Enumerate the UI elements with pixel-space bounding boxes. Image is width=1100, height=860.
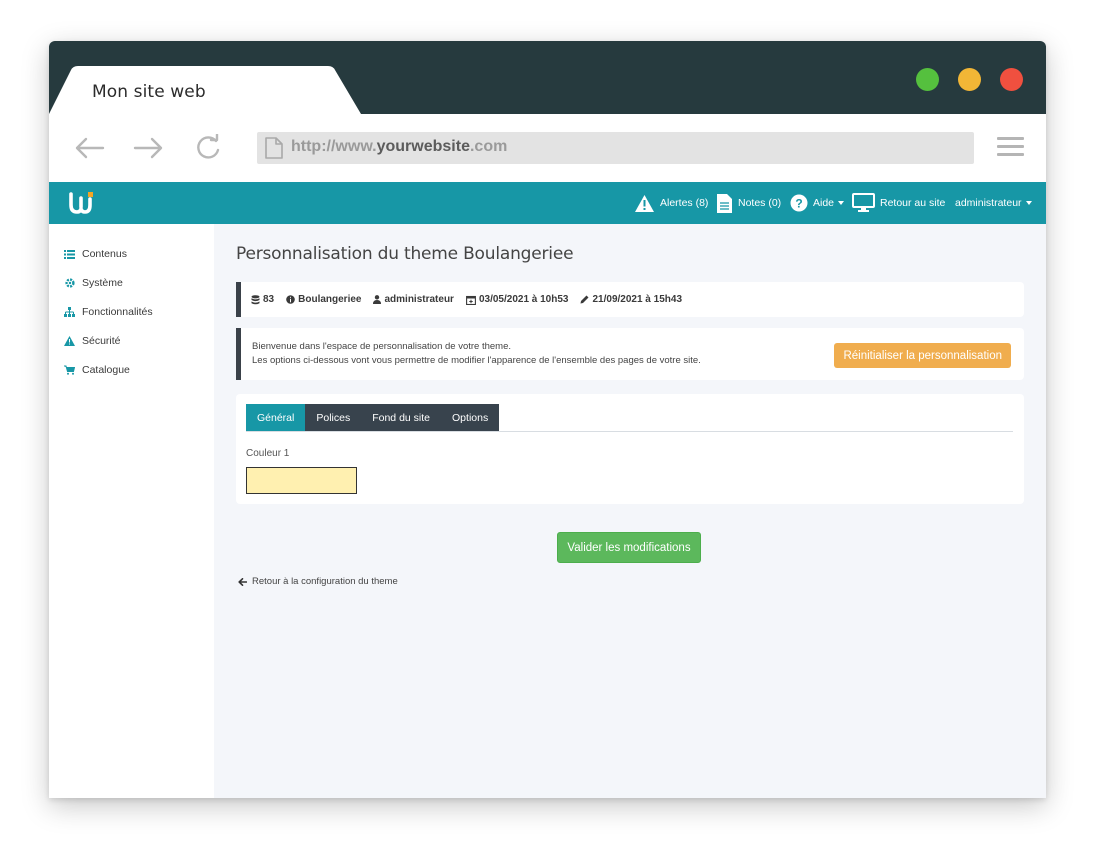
validate-changes-button[interactable]: Valider les modifications [557, 532, 701, 563]
sitemap-icon [64, 307, 75, 318]
sidebar-item-label: Sécurité [82, 335, 121, 347]
calendar-plus-icon [466, 295, 476, 305]
arrow-left-icon [238, 577, 247, 586]
user-label: administrateur [955, 197, 1022, 209]
page-title: Personnalisation du theme Boulangeriee [236, 244, 574, 264]
help-menu[interactable]: ? Aide [790, 182, 845, 224]
settings-tabs: Général Polices Fond du site Options [246, 404, 500, 431]
sidebar-item-systeme[interactable]: Système [64, 275, 123, 291]
theme-meta-bar: 83 Boulangeriee administrateur 03/05/202… [236, 282, 1024, 317]
maximize-button[interactable] [916, 68, 939, 91]
notes-link[interactable]: Notes (0) [716, 182, 781, 224]
sidebar-item-label: Contenus [82, 248, 127, 260]
svg-text:?: ? [795, 197, 802, 211]
welcome-text-line2: Les options ci-dessous vont vous permett… [252, 355, 701, 366]
welcome-text-line1: Bienvenue dans l'espace de personnalisat… [252, 341, 512, 352]
warning-icon [64, 336, 75, 347]
forward-arrow-icon[interactable] [133, 134, 165, 162]
browser-toolbar: http://www.yourwebsite.com [49, 114, 1046, 182]
warning-icon [635, 194, 654, 212]
sidebar-item-catalogue[interactable]: Catalogue [64, 362, 130, 378]
notes-label: Notes (0) [738, 197, 782, 209]
theme-id: 83 [251, 294, 274, 305]
sidebar-item-label: Fonctionnalités [82, 306, 153, 318]
theme-name: Boulangeriee [286, 294, 361, 305]
browser-menu-icon[interactable] [997, 137, 1024, 157]
browser-window: Mon site web http://www.yourwebsite.com [49, 41, 1046, 798]
alerts-link[interactable]: Alertes (8) [634, 182, 708, 224]
browser-titlebar: Mon site web [49, 41, 1046, 114]
color1-picker[interactable] [246, 467, 357, 494]
tab-polices[interactable]: Polices [305, 404, 362, 431]
help-label: Aide [813, 197, 835, 209]
close-button[interactable] [1000, 68, 1023, 91]
welcome-panel: Bienvenue dans l'espace de personnalisat… [236, 328, 1024, 380]
sidebar-item-securite[interactable]: Sécurité [64, 333, 121, 349]
reset-customization-button[interactable]: Réinitialiser la personnalisation [834, 343, 1011, 368]
document-icon [717, 193, 732, 213]
tab-fond-du-site[interactable]: Fond du site [361, 404, 442, 431]
theme-modified: 21/09/2021 à 15h43 [580, 294, 682, 305]
help-icon: ? [790, 194, 808, 212]
sidebar-item-fonctionnalites[interactable]: Fonctionnalités [64, 304, 153, 320]
browser-tab[interactable]: Mon site web [49, 66, 369, 114]
sidebar: Contenus Système Fonctionnalités Sécurit… [49, 224, 214, 798]
monitor-icon [852, 193, 875, 212]
pencil-icon [580, 295, 589, 304]
app-logo[interactable] [69, 191, 95, 220]
list-icon [64, 249, 75, 260]
theme-author: administrateur [373, 294, 454, 305]
main-content: Personnalisation du theme Boulangeriee 8… [214, 224, 1046, 798]
gear-icon [64, 278, 75, 289]
back-to-site-link[interactable]: Retour au site [852, 182, 945, 224]
back-link-label: Retour à la configuration du theme [252, 576, 398, 587]
theme-settings-panel: Général Polices Fond du site Options Cou… [236, 394, 1024, 504]
theme-created: 03/05/2021 à 10h53 [466, 294, 568, 305]
sidebar-item-label: Système [82, 277, 123, 289]
page-icon [265, 137, 283, 159]
sidebar-item-label: Catalogue [82, 364, 130, 376]
minimize-button[interactable] [958, 68, 981, 91]
admin-topbar: Alertes (8) Notes (0) ? Aide Retour au s… [49, 182, 1046, 224]
user-icon [373, 295, 382, 304]
color1-label: Couleur 1 [246, 448, 290, 459]
back-arrow-icon[interactable] [73, 134, 105, 162]
back-to-site-label: Retour au site [880, 197, 946, 209]
sidebar-item-contenus[interactable]: Contenus [64, 246, 127, 262]
browser-tab-title: Mon site web [92, 82, 206, 102]
reload-icon[interactable] [194, 133, 226, 162]
tab-divider [246, 431, 1013, 432]
chevron-down-icon [838, 201, 845, 205]
tab-options[interactable]: Options [441, 404, 500, 431]
info-icon [286, 295, 295, 304]
address-bar[interactable]: http://www.yourwebsite.com [257, 132, 974, 164]
back-to-theme-config-link[interactable]: Retour à la configuration du theme [238, 576, 398, 587]
database-icon [251, 294, 260, 304]
url-text: http://www.yourwebsite.com [291, 138, 508, 155]
chevron-down-icon [1025, 201, 1032, 205]
user-menu[interactable]: administrateur [955, 182, 1032, 224]
alerts-label: Alertes (8) [660, 197, 709, 209]
tab-general[interactable]: Général [246, 404, 306, 431]
cart-icon [64, 365, 75, 376]
